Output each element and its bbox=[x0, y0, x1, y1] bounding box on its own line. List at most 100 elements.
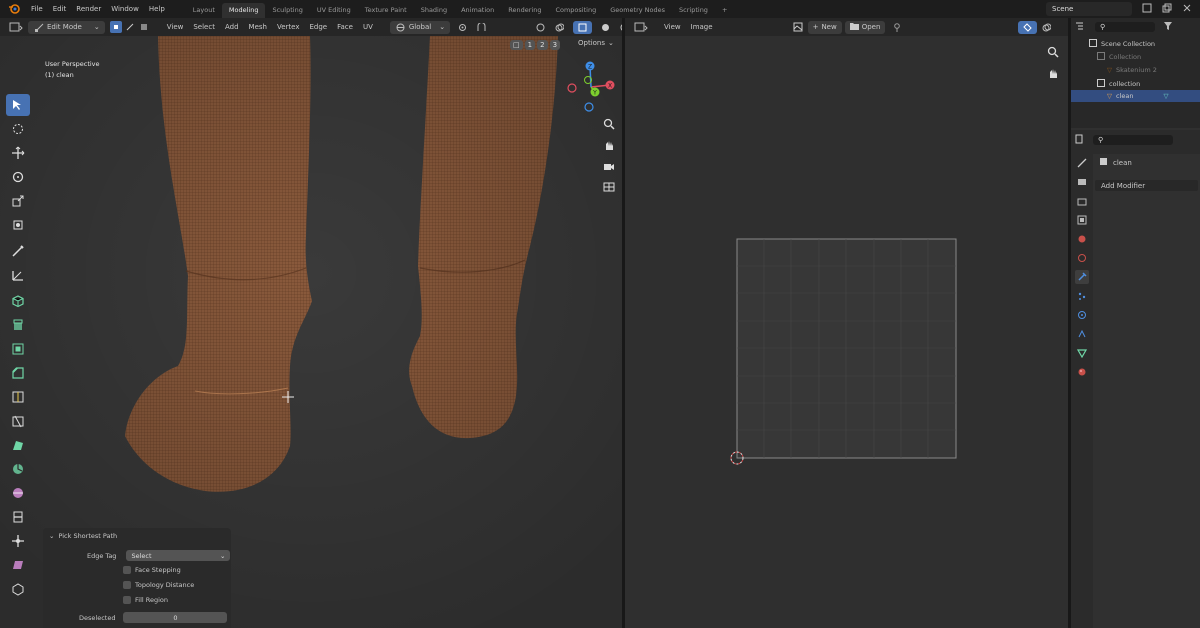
face-select-icon[interactable] bbox=[138, 21, 150, 33]
tool-smooth[interactable] bbox=[6, 482, 30, 504]
view-layer-icon[interactable] bbox=[1142, 3, 1152, 15]
tool-transform[interactable] bbox=[6, 214, 30, 236]
tool-rip-region[interactable] bbox=[6, 578, 30, 600]
face-stepping-checkbox[interactable] bbox=[123, 566, 131, 574]
add-workspace-button[interactable]: + bbox=[715, 3, 734, 18]
menu-select[interactable]: Select bbox=[188, 21, 220, 34]
tab-rendering[interactable]: Rendering bbox=[501, 3, 548, 18]
menu-add[interactable]: Add bbox=[220, 21, 244, 34]
menu-vertex[interactable]: Vertex bbox=[272, 21, 305, 34]
tab-tool-icon[interactable] bbox=[1075, 156, 1089, 170]
menu-uv[interactable]: UV bbox=[358, 21, 378, 34]
tool-poly-build[interactable] bbox=[6, 434, 30, 456]
mode-selector[interactable]: Edit Mode ⌄ bbox=[28, 20, 105, 34]
tab-modifier-icon[interactable] bbox=[1075, 270, 1089, 284]
tool-extrude[interactable] bbox=[6, 314, 30, 336]
menu-help[interactable]: Help bbox=[144, 5, 170, 13]
menu-edge[interactable]: Edge bbox=[304, 21, 332, 34]
tool-move[interactable] bbox=[6, 142, 30, 164]
tab-physics-icon[interactable] bbox=[1075, 308, 1089, 322]
operator-panel-header[interactable]: ⌄ Pick Shortest Path bbox=[49, 532, 117, 540]
tool-annotate[interactable] bbox=[6, 240, 30, 262]
sync-selection-toggle[interactable] bbox=[1018, 20, 1038, 34]
image-editor-type-button[interactable] bbox=[629, 21, 653, 34]
outliner-row[interactable]: collection bbox=[1071, 78, 1200, 90]
tab-render-icon[interactable] bbox=[1075, 175, 1089, 189]
camera-icon[interactable] bbox=[603, 160, 615, 174]
outliner-row-selected[interactable]: ▽ clean ▽ bbox=[1071, 90, 1200, 102]
tab-sculpting[interactable]: Sculpting bbox=[265, 3, 309, 18]
edge-select-icon[interactable] bbox=[124, 21, 136, 33]
pivot-icon[interactable] bbox=[453, 21, 472, 34]
snap-button-3[interactable]: 3 bbox=[549, 40, 561, 50]
editor-type-button[interactable] bbox=[4, 21, 28, 34]
zoom-icon[interactable] bbox=[1047, 46, 1059, 60]
tab-output-icon[interactable] bbox=[1075, 194, 1089, 208]
copy-icon[interactable] bbox=[1162, 3, 1172, 15]
snap-button-0[interactable]: □ bbox=[510, 40, 523, 50]
menu-window[interactable]: Window bbox=[106, 5, 144, 13]
snap-button-1[interactable]: 1 bbox=[524, 40, 536, 50]
menu-face[interactable]: Face bbox=[332, 21, 358, 34]
tab-material-icon[interactable] bbox=[1075, 365, 1089, 379]
pan-hand-icon[interactable] bbox=[1047, 67, 1059, 81]
face-stepping-row[interactable]: Face Stepping bbox=[123, 566, 181, 574]
tool-shear[interactable] bbox=[6, 554, 30, 576]
viewport-3d[interactable]: User Perspective (1) clean □ 1 2 3 Optio… bbox=[0, 36, 622, 628]
tool-add-cube[interactable] bbox=[6, 290, 30, 312]
topology-distance-row[interactable]: Topology Distance bbox=[123, 581, 194, 589]
menu-edit[interactable]: Edit bbox=[48, 5, 72, 13]
tab-particles-icon[interactable] bbox=[1075, 289, 1089, 303]
proportional-edit-icon[interactable] bbox=[531, 21, 550, 34]
outliner-type-icon[interactable] bbox=[1075, 21, 1087, 33]
overlay-icon[interactable] bbox=[550, 21, 569, 34]
fill-region-checkbox[interactable] bbox=[123, 596, 131, 604]
uv-editor[interactable] bbox=[625, 36, 1068, 628]
scene-selector[interactable]: Scene bbox=[1046, 2, 1132, 16]
tab-constraints-icon[interactable] bbox=[1075, 327, 1089, 341]
vertex-select-icon[interactable] bbox=[109, 21, 122, 33]
tool-knife[interactable] bbox=[6, 410, 30, 432]
tab-shading[interactable]: Shading bbox=[414, 3, 454, 18]
tab-view-layer-icon[interactable] bbox=[1075, 213, 1089, 227]
tool-bevel[interactable] bbox=[6, 362, 30, 384]
tool-loop-cut[interactable] bbox=[6, 386, 30, 408]
grid-icon[interactable] bbox=[603, 181, 615, 195]
tool-cursor[interactable] bbox=[6, 118, 30, 140]
tab-scene-icon[interactable] bbox=[1075, 232, 1089, 246]
transform-orientation[interactable]: Global ⌄ bbox=[389, 20, 451, 34]
filter-icon[interactable] bbox=[1163, 21, 1173, 33]
snap-icon[interactable] bbox=[472, 21, 491, 34]
blender-logo-icon[interactable] bbox=[6, 1, 22, 17]
topology-distance-checkbox[interactable] bbox=[123, 581, 131, 589]
new-image-button[interactable]: + New bbox=[807, 20, 842, 34]
close-icon[interactable] bbox=[1182, 3, 1192, 15]
outliner-search[interactable]: ⚲ bbox=[1095, 22, 1155, 32]
tab-data-icon[interactable] bbox=[1075, 346, 1089, 360]
fill-region-row[interactable]: Fill Region bbox=[123, 596, 168, 604]
options-dropdown[interactable]: Options ⌄ bbox=[578, 39, 614, 47]
outliner-scene-collection[interactable]: Scene Collection bbox=[1071, 38, 1200, 50]
menu-render[interactable]: Render bbox=[71, 5, 106, 13]
add-modifier-dropdown[interactable]: Add Modifier bbox=[1095, 180, 1198, 191]
image-browse-icon[interactable] bbox=[788, 21, 808, 34]
tool-edge-slide[interactable] bbox=[6, 506, 30, 528]
edge-tag-dropdown[interactable]: Select ⌄ bbox=[126, 550, 231, 561]
menu-file[interactable]: File bbox=[26, 5, 48, 13]
pin-icon[interactable] bbox=[888, 21, 906, 34]
tool-scale[interactable] bbox=[6, 190, 30, 212]
outliner-row[interactable]: Collection bbox=[1071, 51, 1200, 63]
image-menu-image[interactable]: Image bbox=[686, 21, 718, 34]
deselected-field[interactable]: 0 bbox=[123, 612, 228, 623]
shading-solid-icon[interactable] bbox=[596, 21, 615, 34]
tab-animation[interactable]: Animation bbox=[454, 3, 501, 18]
tool-spin[interactable] bbox=[6, 458, 30, 480]
open-image-button[interactable]: Open bbox=[844, 20, 886, 34]
tab-scripting[interactable]: Scripting bbox=[672, 3, 715, 18]
xray-toggle[interactable] bbox=[573, 20, 593, 34]
zoom-icon[interactable] bbox=[603, 118, 615, 132]
menu-view-3d[interactable]: View bbox=[162, 21, 189, 34]
tab-geometry-nodes[interactable]: Geometry Nodes bbox=[603, 3, 672, 18]
tool-shrink-fatten[interactable] bbox=[6, 530, 30, 552]
tool-measure[interactable] bbox=[6, 264, 30, 286]
